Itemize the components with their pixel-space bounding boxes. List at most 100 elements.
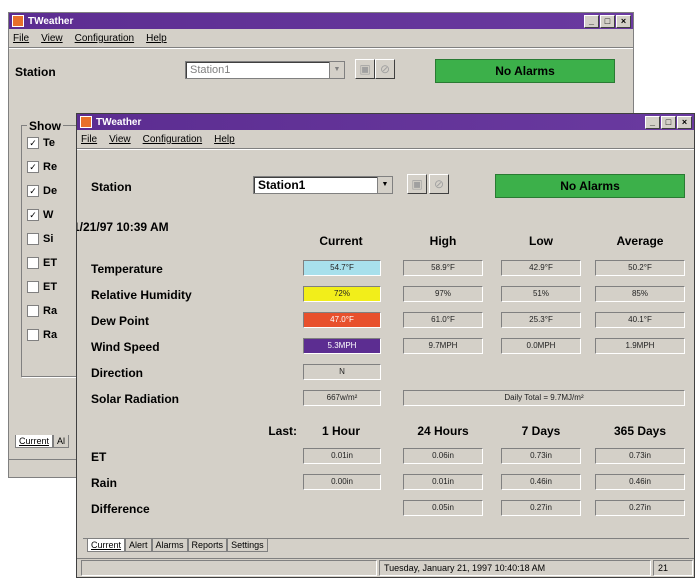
temperature-average: 50.2°F <box>595 260 685 276</box>
row-label-humidity: Relative Humidity <box>91 288 192 302</box>
back-menu-bar: File View Configuration Help <box>9 29 633 47</box>
back-title-bar[interactable]: TWeather _ □ × <box>9 13 633 29</box>
back-alarm-status: No Alarms <box>435 59 615 83</box>
dew-point-current: 47.0°F <box>303 312 381 328</box>
temperature-low: 42.9°F <box>501 260 581 276</box>
checkbox-5[interactable]: ET <box>27 257 57 269</box>
checkbox-1[interactable]: ✓ Re <box>27 161 57 173</box>
comm-icon[interactable]: ▣ <box>355 59 375 79</box>
header-7-days: 7 Days <box>521 424 561 438</box>
tab-reports[interactable]: Reports <box>187 539 228 552</box>
wind-speed-current: 5.3MPH <box>303 338 381 354</box>
menu-file[interactable]: File <box>81 134 97 145</box>
stop-icon[interactable]: ⊘ <box>429 174 449 194</box>
front-menu-bar: File View Configuration Help <box>77 130 694 148</box>
show-group-label: Show <box>27 119 63 133</box>
header-24-hours: 24 Hours <box>417 424 469 438</box>
back-window-title: TWeather <box>28 15 74 27</box>
chevron-down-icon[interactable]: ▼ <box>329 62 344 78</box>
header-high: High <box>429 234 457 248</box>
checkbox-4[interactable]: Si <box>27 233 53 245</box>
et-24-hours: 0.06in <box>403 448 483 464</box>
wind-speed-high: 9.7MPH <box>403 338 483 354</box>
et-1-hour: 0.01in <box>303 448 381 464</box>
front-tab-strip: Current Alert Alarms Reports Settings <box>87 539 268 552</box>
tab-alert[interactable]: Alert <box>125 539 152 552</box>
temperature-current: 54.7°F <box>303 260 381 276</box>
back-tab-strip: Current Al <box>15 435 70 448</box>
humidity-low: 51% <box>501 286 581 302</box>
solar-daily-total: Daily Total = 9.7MJ/m² <box>403 390 685 406</box>
menu-help[interactable]: Help <box>146 33 167 44</box>
menu-configuration[interactable]: Configuration <box>143 134 202 145</box>
humidity-current: 72% <box>303 286 381 302</box>
minimize-icon[interactable]: _ <box>645 116 660 129</box>
tab-settings[interactable]: Settings <box>227 539 268 552</box>
check-icon: ✓ <box>27 185 39 197</box>
wind-speed-low: 0.0MPH <box>501 338 581 354</box>
humidity-average: 85% <box>595 286 685 302</box>
difference-24-hours: 0.05in <box>403 500 483 516</box>
rain-1-hour: 0.00in <box>303 474 381 490</box>
et-7-days: 0.73in <box>501 448 581 464</box>
rain-7-days: 0.46in <box>501 474 581 490</box>
solar-radiation-value: 667w/m² <box>303 390 381 406</box>
row-label-direction: Direction <box>91 366 144 380</box>
timestamp: 1/21/97 10:39 AM <box>76 220 169 234</box>
et-365-days: 0.73in <box>595 448 685 464</box>
front-window: TWeather _ □ × File View Configuration H… <box>76 113 695 578</box>
menu-help[interactable]: Help <box>214 134 235 145</box>
checkbox-6[interactable]: ET <box>27 281 57 293</box>
chevron-down-icon[interactable]: ▼ <box>377 177 392 193</box>
rain-24-hours: 0.01in <box>403 474 483 490</box>
checkbox-3[interactable]: ✓ W <box>27 209 53 221</box>
tab-current[interactable]: Current <box>15 435 54 448</box>
checkbox-0[interactable]: ✓ Te <box>27 137 55 149</box>
back-station-label: Station <box>15 65 56 79</box>
row-label-difference: Difference <box>91 502 150 516</box>
tab-alarms[interactable]: Alarms <box>151 539 188 552</box>
check-icon: ✓ <box>27 209 39 221</box>
tab-alert[interactable]: Al <box>53 435 70 448</box>
menu-file[interactable]: File <box>13 33 29 44</box>
dew-point-low: 25.3°F <box>501 312 581 328</box>
temperature-high: 58.9°F <box>403 260 483 276</box>
menu-configuration[interactable]: Configuration <box>75 33 134 44</box>
maximize-icon[interactable]: □ <box>661 116 676 129</box>
header-last: Last: <box>268 424 297 438</box>
menu-view[interactable]: View <box>41 33 63 44</box>
row-label-rain: Rain <box>91 476 118 490</box>
menu-view[interactable]: View <box>109 134 131 145</box>
header-365-days: 365 Days <box>613 424 667 438</box>
front-station-label: Station <box>91 180 132 194</box>
stop-icon[interactable]: ⊘ <box>375 59 395 79</box>
wind-speed-average: 1.9MPH <box>595 338 685 354</box>
close-icon[interactable]: × <box>677 116 692 129</box>
checkbox-2[interactable]: ✓ De <box>27 185 57 197</box>
close-icon[interactable]: × <box>616 15 631 28</box>
status-datetime: Tuesday, January 21, 1997 10:40:18 AM <box>379 560 651 576</box>
comm-icon[interactable]: ▣ <box>407 174 427 194</box>
check-icon: ✓ <box>27 137 39 149</box>
check-icon: ✓ <box>27 161 39 173</box>
dew-point-average: 40.1°F <box>595 312 685 328</box>
front-title-bar[interactable]: TWeather _ □ × <box>77 114 694 130</box>
row-label-et: ET <box>91 450 107 464</box>
header-low: Low <box>529 234 553 248</box>
front-station-select[interactable]: Station1 ▼ <box>253 176 393 194</box>
front-window-title: TWeather <box>96 116 142 128</box>
maximize-icon[interactable]: □ <box>600 15 615 28</box>
checkbox-7[interactable]: Ra <box>27 305 57 317</box>
minimize-icon[interactable]: _ <box>584 15 599 28</box>
row-label-solar-radiation: Solar Radiation <box>91 392 180 406</box>
back-station-select[interactable]: Station1 ▼ <box>185 61 345 79</box>
row-label-dew-point: Dew Point <box>91 314 150 328</box>
row-label-temperature: Temperature <box>91 262 163 276</box>
status-extra: 21 <box>653 560 693 576</box>
tab-current[interactable]: Current <box>87 539 126 552</box>
row-label-wind-speed: Wind Speed <box>91 340 160 354</box>
checkbox-8[interactable]: Ra <box>27 329 57 341</box>
status-pane-main <box>81 560 377 576</box>
rain-365-days: 0.46in <box>595 474 685 490</box>
humidity-high: 97% <box>403 286 483 302</box>
